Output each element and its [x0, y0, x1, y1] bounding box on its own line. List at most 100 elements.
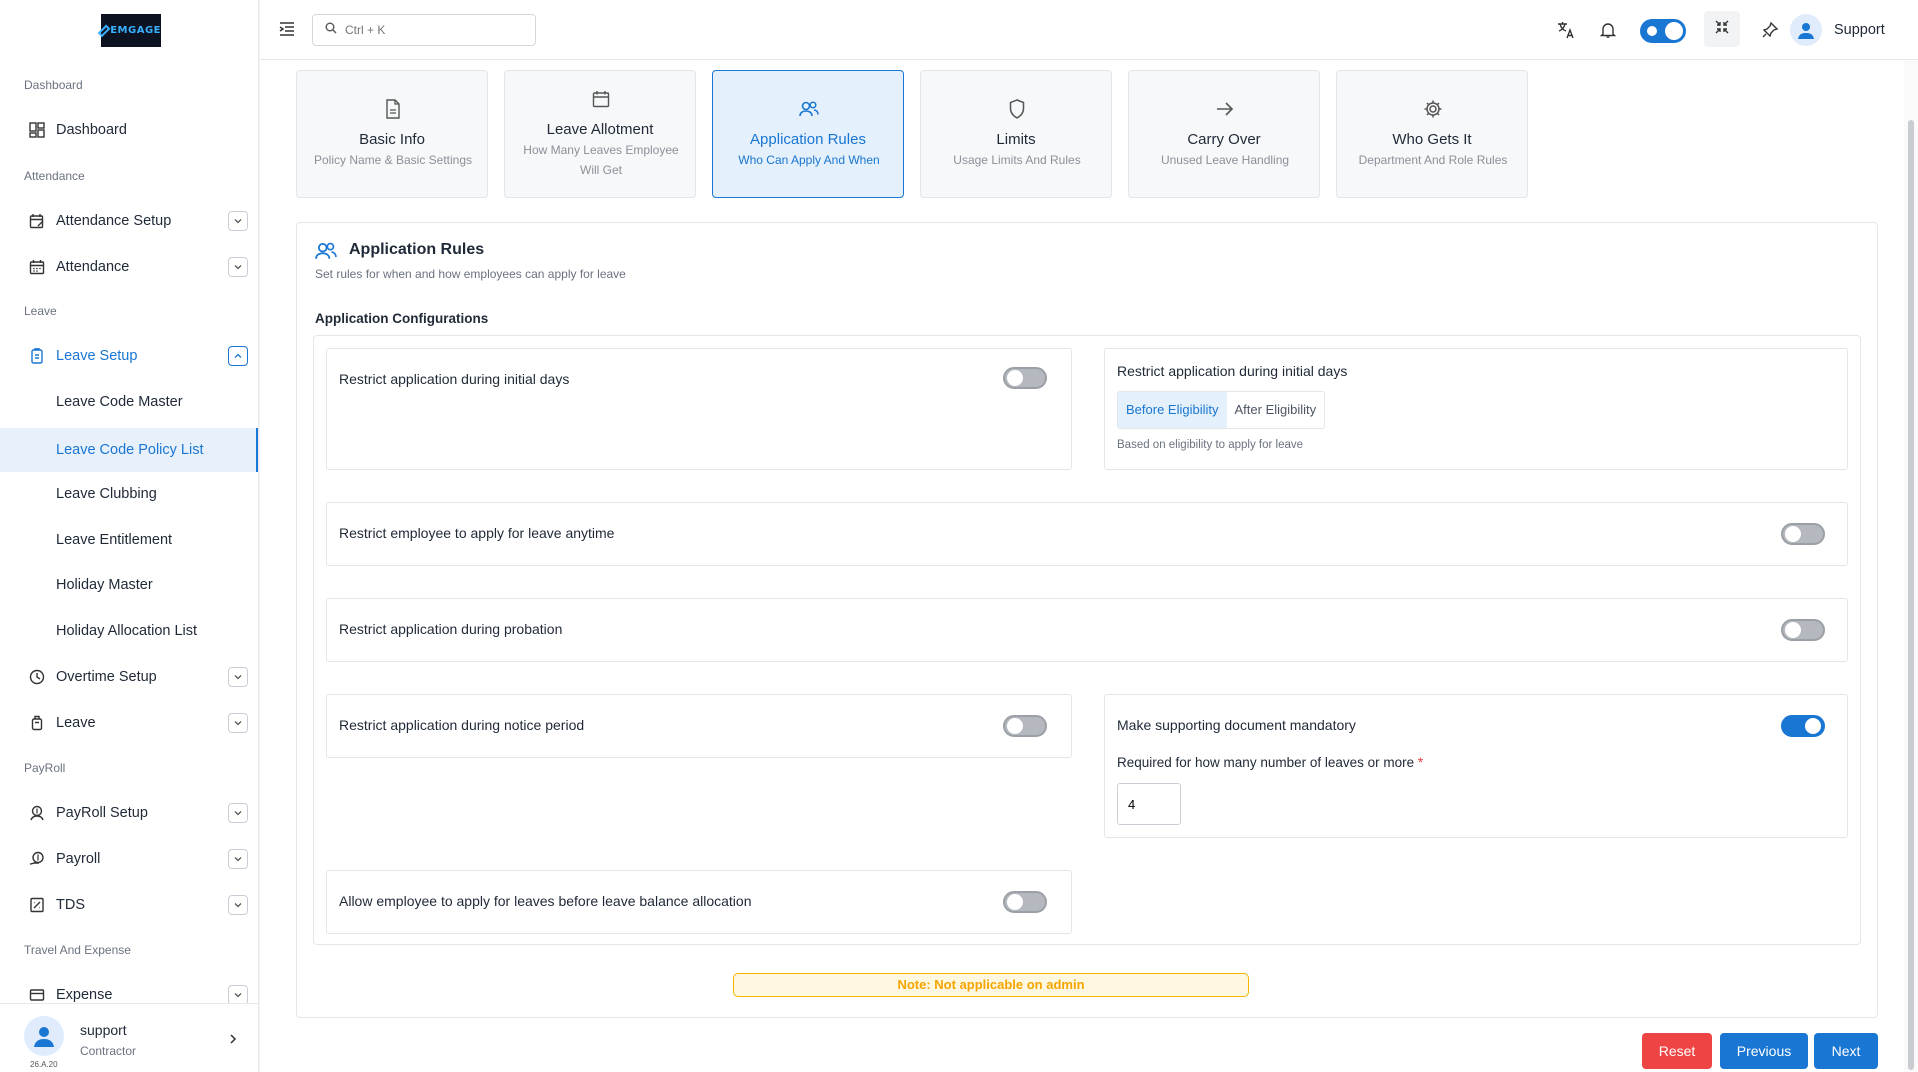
supporting-document-toggle[interactable]: [1781, 715, 1825, 737]
toggle-knob: [1785, 526, 1801, 542]
sidebar: EMGAGE Dashboard Dashboard Attendance At…: [0, 0, 259, 1072]
fullscreen-exit-icon: [1715, 20, 1729, 39]
chevron-down-icon[interactable]: [228, 985, 248, 1005]
scrollbar-thumb[interactable]: [1908, 120, 1914, 1070]
fullscreen-exit-button[interactable]: [1704, 11, 1740, 47]
sidebar-item-attendance-setup[interactable]: Attendance Setup: [0, 201, 258, 241]
chevron-down-icon[interactable]: [228, 257, 248, 277]
theme-toggle[interactable]: [1640, 19, 1686, 43]
step-title: Application Rules: [750, 131, 866, 148]
admin-note: Note: Not applicable on admin: [733, 973, 1249, 997]
sidebar-item-leave-code-master[interactable]: Leave Code Master: [0, 382, 258, 422]
rule-label: Restrict employee to apply for leave any…: [339, 525, 615, 541]
gear-icon: [1423, 99, 1443, 119]
scrollbar[interactable]: [1904, 60, 1918, 1072]
chevron-down-icon[interactable]: [228, 895, 248, 915]
chevron-down-icon[interactable]: [228, 211, 248, 231]
step-desc: How Many Leaves Employee Will Get: [523, 143, 679, 177]
search-icon: [325, 21, 337, 39]
translate-icon[interactable]: [1554, 18, 1578, 42]
step-desc: Who Can Apply And When: [738, 153, 880, 167]
app-logo[interactable]: EMGAGE: [97, 14, 161, 47]
chevron-down-icon[interactable]: [228, 713, 248, 733]
sidebar-item-tds[interactable]: TDS: [0, 885, 258, 925]
step-title: Leave Allotment: [546, 121, 654, 138]
receipt-icon: [28, 896, 46, 914]
before-eligibility-option[interactable]: Before Eligibility: [1118, 392, 1227, 428]
rule-label: Restrict application during probation: [339, 621, 563, 637]
clock-icon: [28, 668, 46, 686]
sidebar-item-label: Attendance Setup: [56, 213, 172, 229]
sidebar-item-leave-code-policy-list[interactable]: Leave Code Policy List: [0, 428, 258, 472]
rule-notice-period: Restrict application during notice perio…: [326, 694, 1072, 758]
step-limits[interactable]: Limits Usage Limits And Rules: [920, 70, 1112, 198]
rule-label: Restrict application during initial days: [1117, 363, 1348, 379]
leave-count-label: Required for how many number of leaves o…: [1117, 755, 1423, 770]
sidebar-item-dashboard[interactable]: Dashboard: [0, 110, 258, 150]
user-menu[interactable]: Support: [1790, 12, 1885, 48]
step-carry-over[interactable]: Carry Over Unused Leave Handling: [1128, 70, 1320, 198]
step-who-gets-it[interactable]: Who Gets It Department And Role Rules: [1336, 70, 1528, 198]
rule-anytime: Restrict employee to apply for leave any…: [326, 502, 1848, 566]
chevron-down-icon[interactable]: [228, 667, 248, 687]
step-application-rules[interactable]: Application Rules Who Can Apply And When: [712, 70, 904, 198]
rule-supporting-document: Make supporting document mandatory Requi…: [1104, 694, 1848, 838]
sidebar-item-label: Leave Code Master: [56, 394, 183, 410]
chevron-down-icon[interactable]: [228, 849, 248, 869]
step-basic-info[interactable]: Basic Info Policy Name & Basic Settings: [296, 70, 488, 198]
sidebar-item-label: Leave: [56, 715, 96, 731]
topbar: Support: [260, 0, 1918, 60]
user-avatar-icon: [1790, 14, 1822, 46]
leave-count-input[interactable]: [1117, 783, 1181, 825]
sidebar-item-leave-clubbing[interactable]: Leave Clubbing: [0, 474, 258, 514]
chevron-down-icon[interactable]: [228, 803, 248, 823]
bell-icon[interactable]: [1596, 18, 1620, 42]
reset-button[interactable]: Reset: [1642, 1033, 1712, 1069]
sidebar-item-attendance[interactable]: Attendance: [0, 247, 258, 287]
anytime-toggle[interactable]: [1781, 523, 1825, 545]
calendar-edit-icon: [28, 212, 46, 230]
leave-setup-icon: [28, 347, 46, 365]
toggle-knob: [1805, 718, 1821, 734]
toggle-knob: [1007, 894, 1023, 910]
initial-days-toggle[interactable]: [1003, 367, 1047, 389]
menu-toggle-icon[interactable]: [278, 20, 296, 43]
sidebar-item-holiday-allocation-list[interactable]: Holiday Allocation List: [0, 611, 258, 651]
document-icon: [383, 99, 403, 119]
pin-icon[interactable]: [1758, 18, 1782, 42]
before-allocation-toggle[interactable]: [1003, 891, 1047, 913]
user-role: Contractor: [80, 1044, 137, 1058]
chevron-right-icon[interactable]: [228, 1032, 238, 1050]
calendar-icon: [28, 258, 46, 276]
card-subtitle: Set rules for when and how employees can…: [315, 267, 626, 281]
sidebar-item-leave-setup[interactable]: Leave Setup: [0, 336, 258, 376]
previous-button[interactable]: Previous: [1720, 1033, 1808, 1069]
toggle-knob: [1665, 22, 1683, 40]
probation-toggle[interactable]: [1781, 619, 1825, 641]
chevron-up-icon[interactable]: [228, 346, 248, 366]
sidebar-item-payroll[interactable]: Payroll: [0, 839, 258, 879]
sidebar-item-label: Overtime Setup: [56, 669, 157, 685]
user-card[interactable]: support Contractor 26.A.20: [0, 1003, 258, 1072]
sidebar-item-label: PayRoll Setup: [56, 805, 148, 821]
sidebar-item-payroll-setup[interactable]: PayRoll Setup: [0, 793, 258, 833]
sidebar-item-holiday-master[interactable]: Holiday Master: [0, 565, 258, 605]
after-eligibility-option[interactable]: After Eligibility: [1227, 392, 1325, 428]
step-leave-allotment[interactable]: Leave Allotment How Many Leaves Employee…: [504, 70, 696, 198]
sidebar-item-overtime-setup[interactable]: Overtime Setup: [0, 657, 258, 697]
arrow-right-icon: [1215, 99, 1235, 119]
notice-period-toggle[interactable]: [1003, 715, 1047, 737]
search-box[interactable]: [312, 14, 536, 46]
step-title: Limits: [996, 131, 1036, 148]
rule-initial-days: Restrict application during initial days: [326, 348, 1072, 470]
eligibility-segmented-control: Before Eligibility After Eligibility: [1117, 391, 1326, 429]
shield-icon: [1007, 99, 1027, 119]
leave-count-label-text: Required for how many number of leaves o…: [1117, 755, 1415, 770]
next-button[interactable]: Next: [1814, 1033, 1878, 1069]
sidebar-item-leave-entitlement[interactable]: Leave Entitlement: [0, 520, 258, 560]
expense-icon: [28, 986, 46, 1004]
section-attendance: Attendance: [24, 169, 85, 183]
sidebar-item-leave[interactable]: Leave: [0, 703, 258, 743]
search-input[interactable]: [345, 23, 525, 37]
rule-label: Restrict application during initial days: [339, 371, 570, 387]
